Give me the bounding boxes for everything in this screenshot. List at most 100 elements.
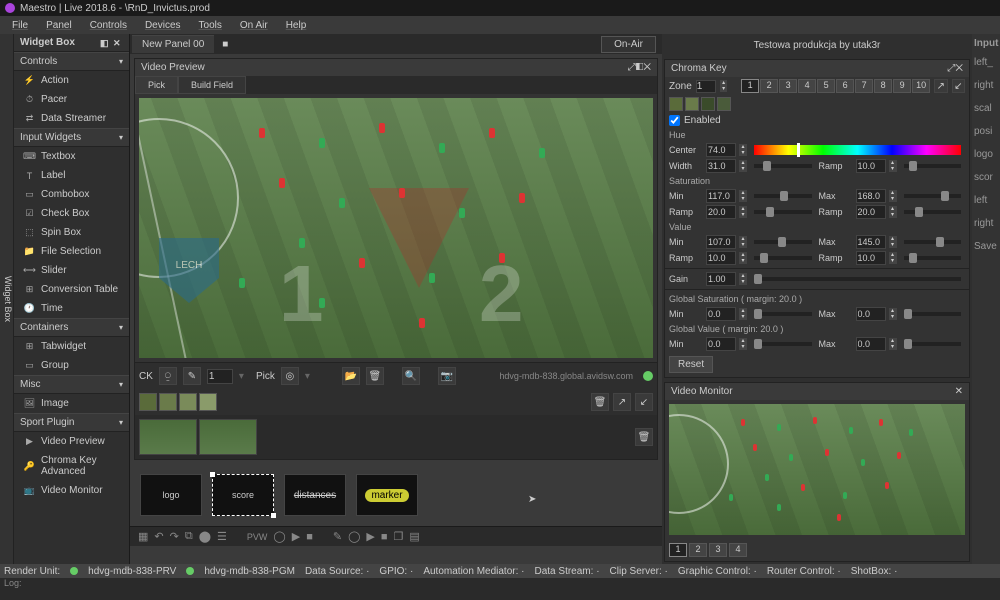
target-icon[interactable]: ◎ <box>281 367 299 385</box>
ck-swatch[interactable] <box>685 97 699 111</box>
import-icon[interactable]: ↙ <box>952 79 965 93</box>
widget-item[interactable]: ☑Check Box <box>14 204 129 223</box>
section-header[interactable]: Containers <box>14 318 129 337</box>
menu-help[interactable]: Help <box>278 18 315 33</box>
section-header[interactable]: Input Widgets <box>14 128 129 147</box>
slider[interactable] <box>754 210 812 214</box>
layers-icon[interactable]: ⧉ <box>185 530 193 543</box>
zone-button[interactable]: 2 <box>760 79 778 93</box>
video-canvas[interactable]: LECH 1 2 <box>139 98 653 358</box>
slider[interactable] <box>904 342 962 346</box>
undock-icon[interactable]: ◧ <box>100 38 110 48</box>
hue-center[interactable] <box>706 143 736 157</box>
list-icon[interactable]: ☰ <box>217 530 227 543</box>
swatch[interactable] <box>199 393 217 411</box>
widget-item[interactable]: 🕐Time <box>14 299 129 318</box>
widget-item[interactable]: ⟷Slider <box>14 261 129 280</box>
link-icon[interactable]: ⍜ <box>159 367 177 385</box>
close-icon[interactable]: ✕ <box>955 386 963 397</box>
overlay-marker[interactable]: marker <box>356 474 418 516</box>
widget-item[interactable]: 📺Video Monitor <box>14 481 129 500</box>
hue-width[interactable] <box>706 159 736 173</box>
slider[interactable] <box>904 256 962 260</box>
play2-icon[interactable]: ▶ <box>366 530 374 543</box>
widget-item[interactable]: ▭Combobox <box>14 185 129 204</box>
rec-icon[interactable]: ⬤ <box>199 530 211 543</box>
widget-item[interactable]: TLabel <box>14 166 129 185</box>
grid-icon[interactable]: ▦ <box>138 530 148 543</box>
ck-number[interactable] <box>207 369 233 384</box>
gain[interactable] <box>706 272 736 286</box>
slider[interactable] <box>754 342 812 346</box>
section-header[interactable]: Controls <box>14 52 129 71</box>
menu-devices[interactable]: Devices <box>137 18 189 33</box>
ck-swatch[interactable] <box>717 97 731 111</box>
enabled-checkbox[interactable] <box>669 115 680 126</box>
widget-item[interactable]: ⚡Action <box>14 71 129 90</box>
eyedrop-icon[interactable]: ✎ <box>183 367 201 385</box>
thumbnail[interactable] <box>139 419 197 455</box>
reset-button[interactable]: Reset <box>669 356 713 373</box>
mon-tab[interactable]: 3 <box>709 543 727 557</box>
zone-button[interactable]: 3 <box>779 79 797 93</box>
menu-onair[interactable]: On Air <box>232 18 276 33</box>
swatch[interactable] <box>139 393 157 411</box>
delete-icon[interactable]: 🗑 <box>591 393 609 411</box>
slider[interactable] <box>754 164 812 168</box>
swatch[interactable] <box>159 393 177 411</box>
swatch[interactable] <box>179 393 197 411</box>
widget-item[interactable]: ⬚Spin Box <box>14 223 129 242</box>
widget-item[interactable]: ⊞Tabwidget <box>14 337 129 356</box>
stack-icon[interactable]: ▤ <box>409 530 419 543</box>
zone-input[interactable] <box>696 80 716 93</box>
widgetbox-tab[interactable]: Widget Box <box>0 34 14 564</box>
open-icon[interactable]: 📂 <box>342 367 360 385</box>
edit-icon[interactable]: ✎ <box>333 530 342 543</box>
widget-item[interactable]: ⏱Pacer <box>14 90 129 109</box>
widget-item[interactable]: 📁File Selection <box>14 242 129 261</box>
thumbnail[interactable] <box>199 419 257 455</box>
play-icon[interactable]: ▶ <box>292 530 300 543</box>
gval-max[interactable] <box>856 337 886 351</box>
ck-swatch[interactable] <box>669 97 683 111</box>
sat-ramp2[interactable] <box>856 205 886 219</box>
undo-icon[interactable]: ↶ <box>154 530 163 543</box>
gsat-min[interactable] <box>706 307 736 321</box>
slider[interactable] <box>754 194 812 198</box>
export-icon[interactable]: ↗ <box>613 393 631 411</box>
mon-tab[interactable]: 2 <box>689 543 707 557</box>
slider[interactable] <box>904 164 962 168</box>
menu-file[interactable]: File <box>4 18 36 33</box>
overlay-score[interactable]: score <box>212 474 274 516</box>
section-header[interactable]: Misc <box>14 375 129 394</box>
widget-item[interactable]: ⊞Conversion Table <box>14 280 129 299</box>
mon-tab[interactable]: 1 <box>669 543 687 557</box>
slider[interactable] <box>754 256 812 260</box>
close-icon[interactable]: ✕ <box>955 63 963 74</box>
delete-icon[interactable]: 🗑 <box>366 367 384 385</box>
sat-min[interactable] <box>706 189 736 203</box>
widget-item[interactable]: ▭Group <box>14 356 129 375</box>
slider[interactable] <box>754 277 961 281</box>
slider[interactable] <box>754 312 812 316</box>
redo-icon[interactable]: ↷ <box>170 530 179 543</box>
copy-icon[interactable]: ❐ <box>394 530 404 543</box>
pin-icon[interactable]: ⤢ <box>628 62 636 73</box>
close-icon[interactable]: ✕ <box>643 62 651 73</box>
zone-button[interactable]: 6 <box>836 79 854 93</box>
prev2-icon[interactable]: ◯ <box>348 530 360 543</box>
hue-ramp[interactable] <box>856 159 886 173</box>
zoom-icon[interactable]: 🔍 <box>402 367 420 385</box>
stop2-icon[interactable]: ■ <box>381 531 388 543</box>
slider[interactable] <box>904 312 962 316</box>
delete-icon[interactable]: 🗑 <box>635 428 653 446</box>
vp-tab-buildfield[interactable]: Build Field <box>178 76 246 94</box>
gsat-max[interactable] <box>856 307 886 321</box>
close-icon[interactable]: ✕ <box>113 38 123 48</box>
val-ramp2[interactable] <box>856 251 886 265</box>
zone-button[interactable]: 7 <box>855 79 873 93</box>
ck-swatch[interactable] <box>701 97 715 111</box>
tab-newpanel[interactable]: New Panel 00 <box>132 35 214 53</box>
sat-max[interactable] <box>856 189 886 203</box>
slider[interactable] <box>904 240 962 244</box>
